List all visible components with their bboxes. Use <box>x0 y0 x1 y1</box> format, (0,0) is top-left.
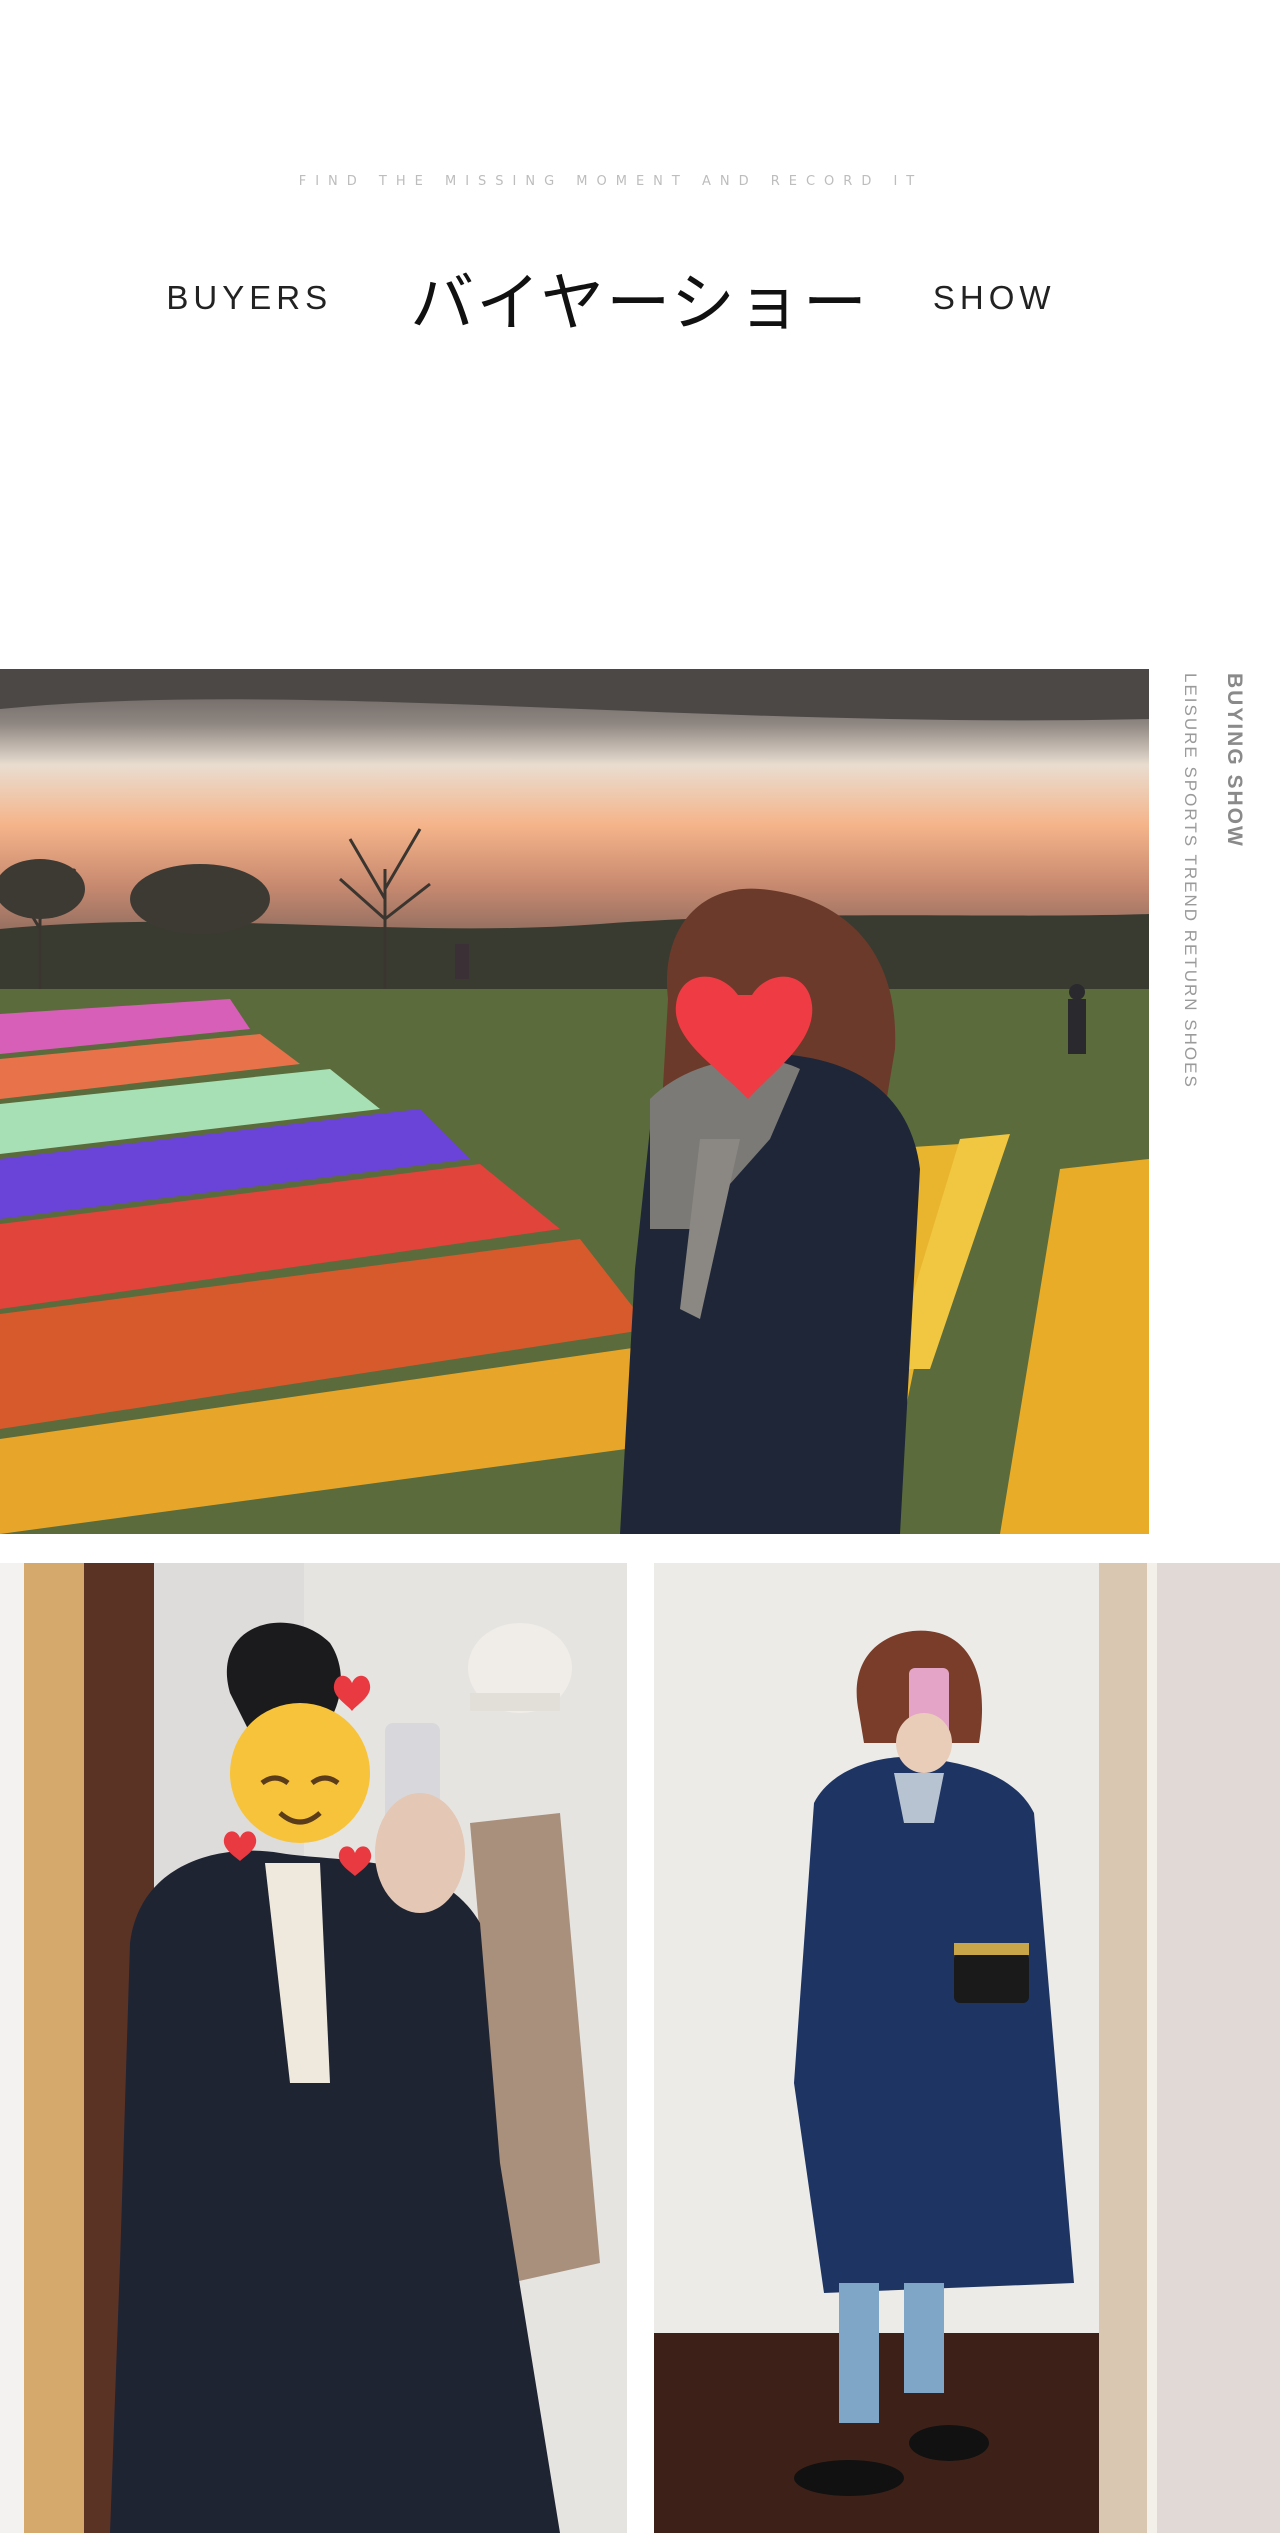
title-right: SHOW <box>932 279 1056 316</box>
mirror-right-image <box>654 1563 1280 2533</box>
photo-mirror-right <box>654 1563 1280 2533</box>
photo-mirror-left <box>0 1563 627 2533</box>
title-left: BUYERS <box>166 279 333 316</box>
header-tagline: FIND THE MISSING MOMENT AND RECORD IT <box>298 174 924 189</box>
page-title: バイヤーショー <box>410 267 869 341</box>
mirror-left-image <box>0 1563 627 2533</box>
side-label-main: BUYING SHOW <box>1223 673 1246 848</box>
side-label-sub: LEISURE SPORTS TREND RETURN SHOES <box>1181 673 1200 1089</box>
header-title-row: BUYERS バイヤーショー SHOW <box>0 258 1222 341</box>
flower-field-image <box>0 669 1149 1534</box>
photo-flower-field <box>0 669 1149 1534</box>
